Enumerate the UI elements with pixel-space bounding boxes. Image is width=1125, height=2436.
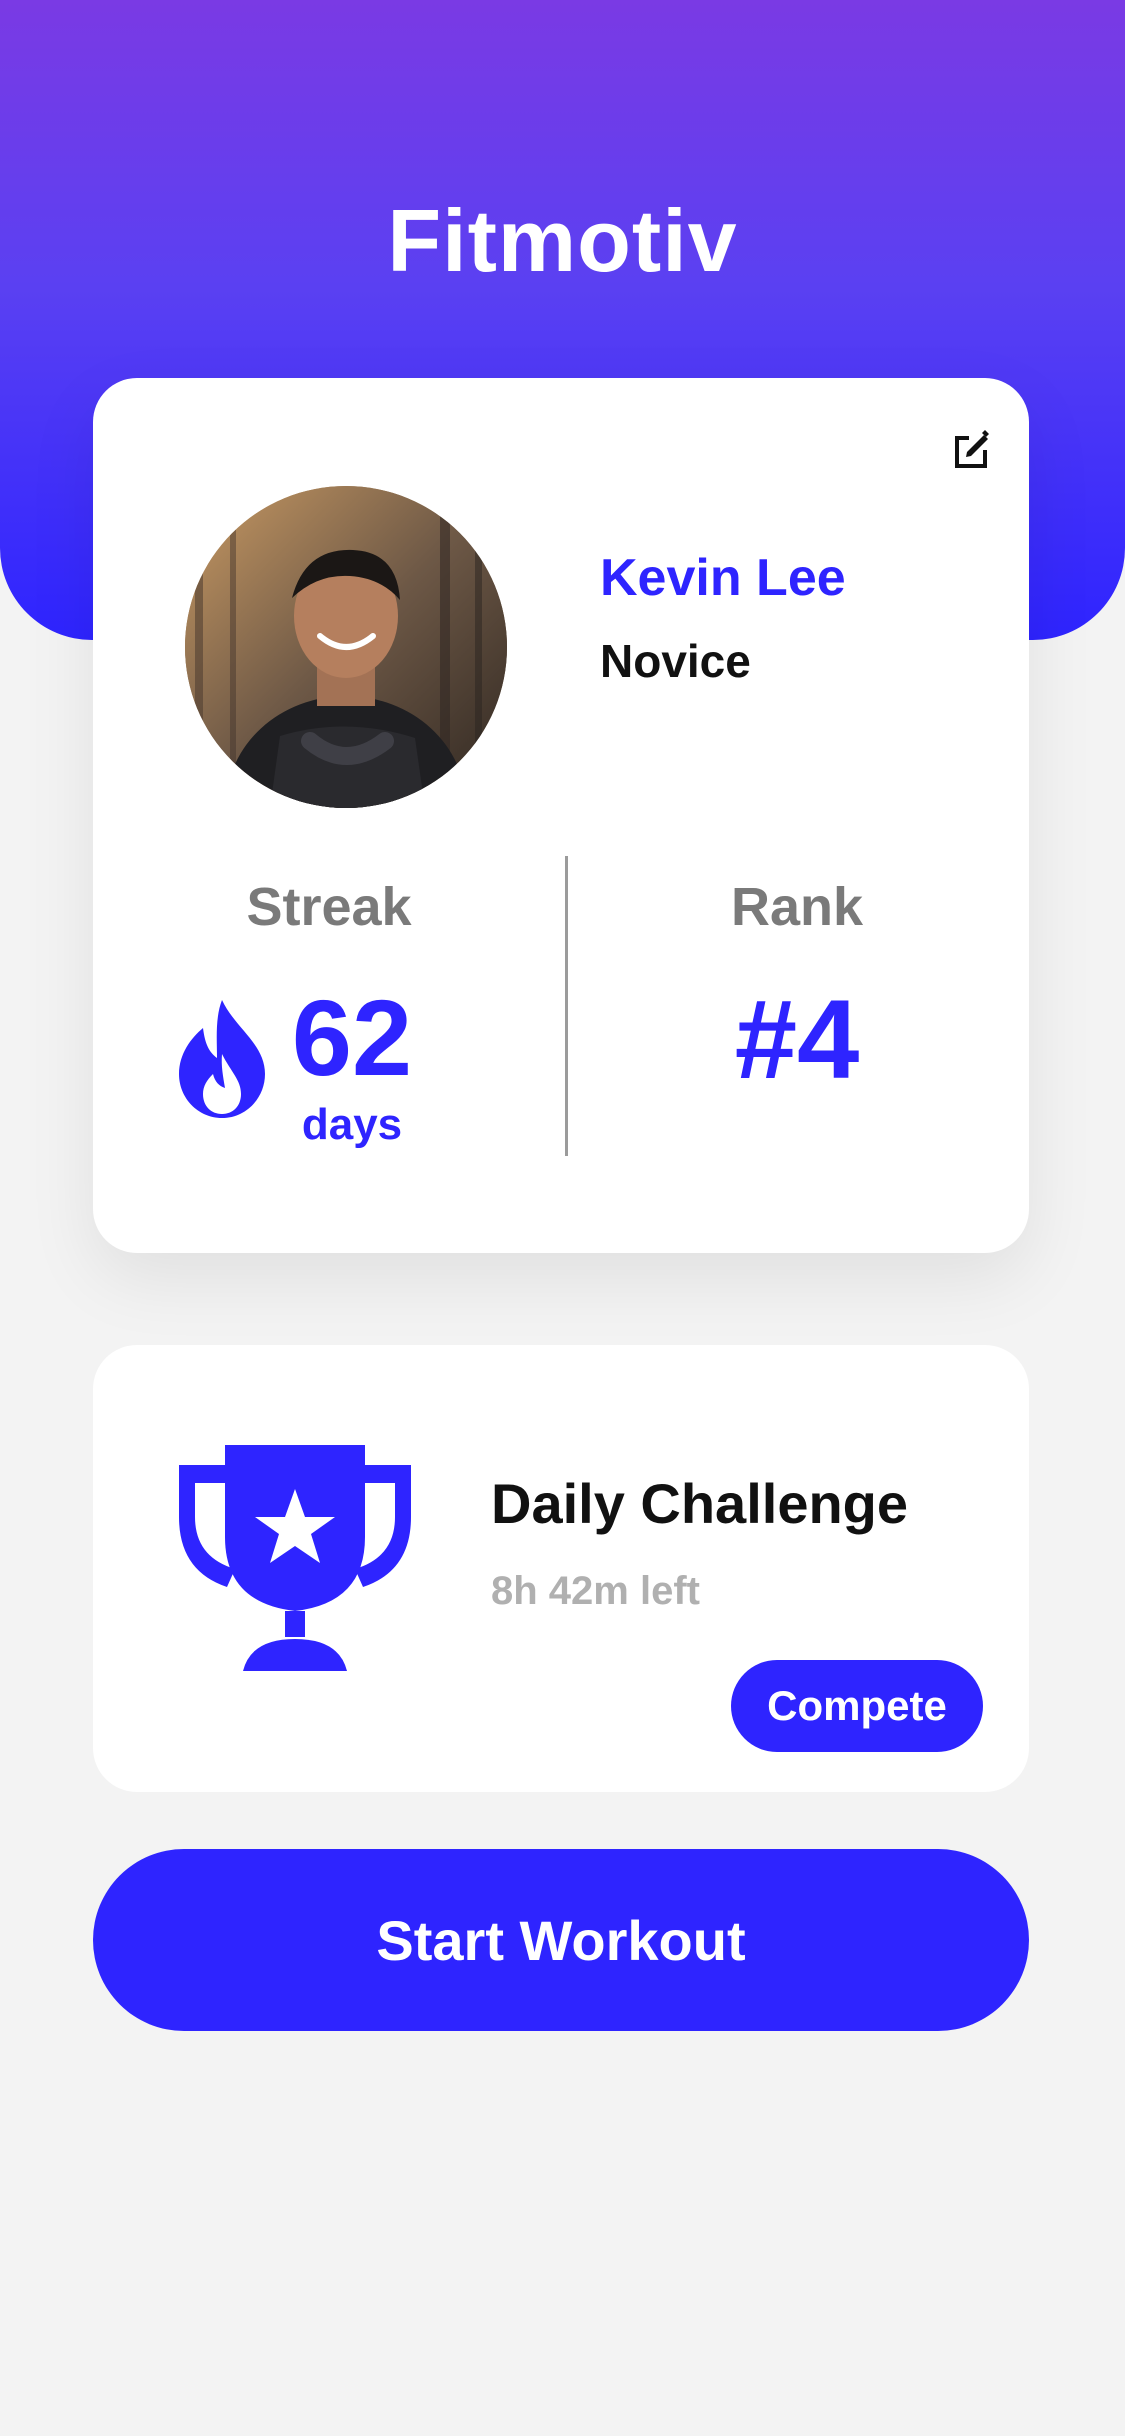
streak-unit: days <box>301 1100 403 1149</box>
trophy-icon <box>179 1445 411 1671</box>
edit-icon <box>955 430 989 468</box>
rank-label: Rank <box>730 877 864 937</box>
challenge-time-left: 8h 42m left <box>491 1569 700 1613</box>
avatar <box>185 486 507 808</box>
start-workout-button[interactable]: Start Workout <box>93 1849 1029 2031</box>
profile-card: Kevin Lee Novice Streak Rank 62 days #4 <box>93 378 1029 1253</box>
compete-button[interactable]: Compete <box>731 1660 983 1752</box>
user-level: Novice <box>600 635 751 687</box>
streak-label: Streak <box>246 877 412 937</box>
edit-profile-button[interactable] <box>939 416 1003 480</box>
daily-challenge-card: Daily Challenge 8h 42m left Compete <box>93 1345 1029 1792</box>
rank-value: #4 <box>734 977 860 1102</box>
streak-value: 62 <box>291 977 413 1098</box>
flame-icon <box>179 1000 265 1118</box>
challenge-title: Daily Challenge <box>491 1472 909 1535</box>
app-title: Fitmotiv <box>387 191 738 290</box>
user-name: Kevin Lee <box>600 549 846 607</box>
